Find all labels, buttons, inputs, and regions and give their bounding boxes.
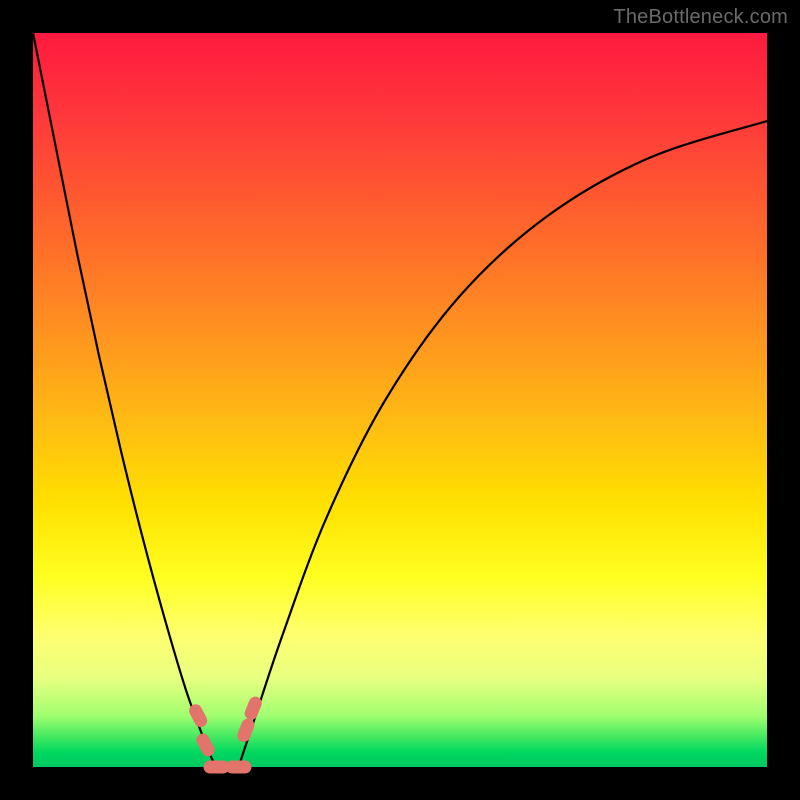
watermark-text: TheBottleneck.com (613, 6, 788, 29)
plot-area (33, 33, 767, 767)
curves-svg (33, 33, 767, 767)
bottom-marker-right (226, 761, 252, 774)
left-marker-upper (187, 702, 210, 729)
right-curve (239, 121, 767, 767)
markers-group (187, 695, 264, 774)
left-marker-lower (194, 731, 217, 758)
chart-frame: TheBottleneck.com (0, 0, 800, 800)
left-curve (33, 33, 217, 767)
